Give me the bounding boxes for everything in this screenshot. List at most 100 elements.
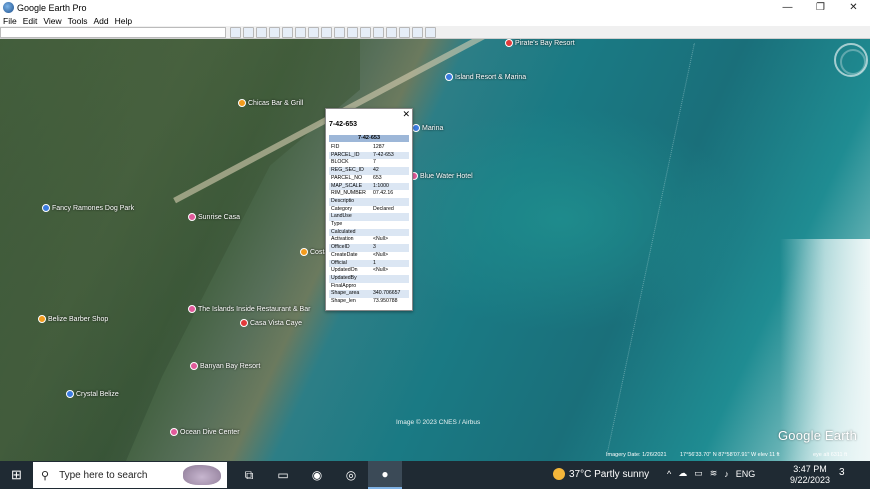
placemark-icon[interactable]: [256, 27, 267, 38]
map-placemark[interactable]: Chicas Bar & Grill: [238, 99, 303, 107]
menu-tools[interactable]: Tools: [68, 16, 88, 26]
map-placemark[interactable]: Blue Water Hotel: [410, 172, 473, 180]
sidebar-toggle-icon[interactable]: [243, 27, 254, 38]
attribute-value: 3: [371, 244, 409, 252]
notification-center-icon[interactable]: 3: [839, 467, 853, 481]
language-indicator[interactable]: ENG: [736, 469, 756, 479]
placemark-icon: [38, 315, 46, 323]
windows-start-icon[interactable]: ⊞: [0, 461, 33, 489]
overlay-icon[interactable]: [295, 27, 306, 38]
attribute-value: 1287: [373, 144, 385, 150]
menu-help[interactable]: Help: [115, 16, 132, 26]
attribute-key: PARCEL_ID: [329, 151, 371, 160]
attribute-value: 653: [373, 174, 382, 181]
taskbar-apps: ⧉ ▭ ◉ ◎ ●: [232, 461, 402, 489]
placemark-icon: [188, 305, 196, 313]
placemark-icon: [170, 428, 178, 436]
maximize-button[interactable]: ❐: [804, 0, 837, 15]
map-placemark[interactable]: The Islands Inside Restaurant & Bar: [188, 305, 310, 313]
map-placemark[interactable]: Belize Barber Shop: [38, 315, 108, 323]
polygon-icon[interactable]: [269, 27, 280, 38]
task-view-icon[interactable]: ⧉: [232, 461, 266, 489]
ruler-icon[interactable]: [360, 27, 371, 38]
attribute-value: [371, 221, 409, 229]
map-placemark[interactable]: Pirate's Bay Resort: [505, 39, 575, 47]
placemark-icon: [188, 213, 196, 221]
chrome-icon[interactable]: ◎: [334, 461, 368, 489]
google-earth-logo: Google Earth: [778, 428, 858, 443]
google-earth-taskbar-icon[interactable]: ●: [368, 461, 402, 489]
attribute-row: UpdatedBy: [329, 274, 409, 283]
attribute-row: FinalAppro: [329, 283, 409, 291]
map-placemark[interactable]: Island Resort & Marina: [445, 73, 526, 81]
wifi-icon[interactable]: ≋: [710, 468, 718, 479]
earth-viewport[interactable]: Pirate's Bay Resort Island Resort & Mari…: [0, 39, 870, 461]
map-placemark[interactable]: Fancy Ramones Dog Park: [42, 204, 134, 212]
battery-icon[interactable]: ▭: [694, 468, 703, 479]
search-input[interactable]: [0, 27, 226, 38]
map-placemark[interactable]: Banyan Bay Resort: [190, 362, 260, 370]
onedrive-icon[interactable]: ☁: [678, 468, 687, 479]
attribute-value: [371, 228, 409, 237]
volume-icon[interactable]: ♪: [724, 469, 729, 479]
map-placemark[interactable]: Casa Vista Caye: [240, 319, 302, 327]
menu-view[interactable]: View: [43, 16, 61, 26]
sunlight-icon[interactable]: [334, 27, 345, 38]
planets-icon[interactable]: [347, 27, 358, 38]
map-placemark[interactable]: Ocean Dive Center: [170, 428, 240, 436]
search-icon[interactable]: [230, 27, 241, 38]
weather-widget[interactable]: 37°C Partly sunny: [553, 468, 649, 480]
email-icon[interactable]: [373, 27, 384, 38]
attribute-key: CreateDate: [331, 251, 358, 258]
attribute-key: FID: [331, 144, 340, 150]
placemark-icon: [190, 362, 198, 370]
window-controls: — ❐ ✕: [771, 0, 870, 15]
map-placemark[interactable]: Crystal Belize: [66, 390, 119, 398]
close-button[interactable]: ✕: [837, 0, 870, 15]
search-placeholder: Type here to search: [59, 469, 148, 481]
maps-icon[interactable]: [412, 27, 423, 38]
tour-icon[interactable]: [308, 27, 319, 38]
attribute-row: CreateDate <Null>: [329, 252, 409, 260]
attribute-key: LandUse: [329, 213, 371, 222]
save-image-icon[interactable]: [399, 27, 410, 38]
attribute-value: <Null>: [373, 251, 388, 258]
system-tray: ^ ☁ ▭ ≋ ♪ ENG: [667, 468, 755, 479]
attribute-row: FID 1287: [329, 144, 409, 152]
map-placemark[interactable]: Marina: [412, 124, 443, 132]
attribute-key: FinalAppro: [331, 282, 357, 289]
menu-file[interactable]: File: [3, 16, 17, 26]
attribute-value: 73.950788: [373, 298, 398, 305]
map-placemark[interactable]: Sunrise Casa: [188, 213, 240, 221]
navigation-controls[interactable]: [834, 43, 868, 103]
attribute-row: Official 1: [329, 259, 409, 268]
menu-edit[interactable]: Edit: [23, 16, 38, 26]
attribute-row: UpdatedOn <Null>: [329, 267, 409, 275]
look-joystick-icon[interactable]: [834, 43, 868, 77]
compass-icon[interactable]: [840, 49, 866, 75]
attribute-key: BLOCK: [331, 159, 349, 166]
taskbar-clock[interactable]: 3:47 PM 9/22/2023: [790, 464, 830, 486]
search-icon: ⚲: [41, 469, 50, 482]
attribute-key: Shape_len: [331, 298, 356, 305]
attribute-value: [371, 197, 409, 206]
attribute-row: BLOCK 7: [329, 159, 409, 167]
minimize-button[interactable]: —: [771, 0, 804, 15]
file-explorer-icon[interactable]: ▭: [266, 461, 300, 489]
imagery-date: Imagery Date: 1/26/2021: [606, 452, 667, 458]
close-icon[interactable]: ✕: [402, 109, 410, 120]
upwork-icon[interactable]: ◉: [300, 461, 334, 489]
attribute-key: RIM_NUMBER: [331, 190, 366, 197]
sun-cloud-icon: [553, 468, 565, 480]
attribute-row: REG_SEC_ID 42: [329, 167, 409, 175]
print-icon[interactable]: [386, 27, 397, 38]
taskbar-search[interactable]: ⚲ Type here to search: [33, 462, 227, 488]
path-icon[interactable]: [282, 27, 293, 38]
attribute-value: 7-42-653: [371, 151, 409, 160]
menu-add[interactable]: Add: [93, 16, 108, 26]
chevron-up-icon[interactable]: ^: [667, 469, 671, 479]
historical-imagery-icon[interactable]: [321, 27, 332, 38]
kml-icon[interactable]: [425, 27, 436, 38]
attribute-row: LandUse: [329, 213, 409, 222]
attribute-row: Category Declared: [329, 206, 409, 214]
